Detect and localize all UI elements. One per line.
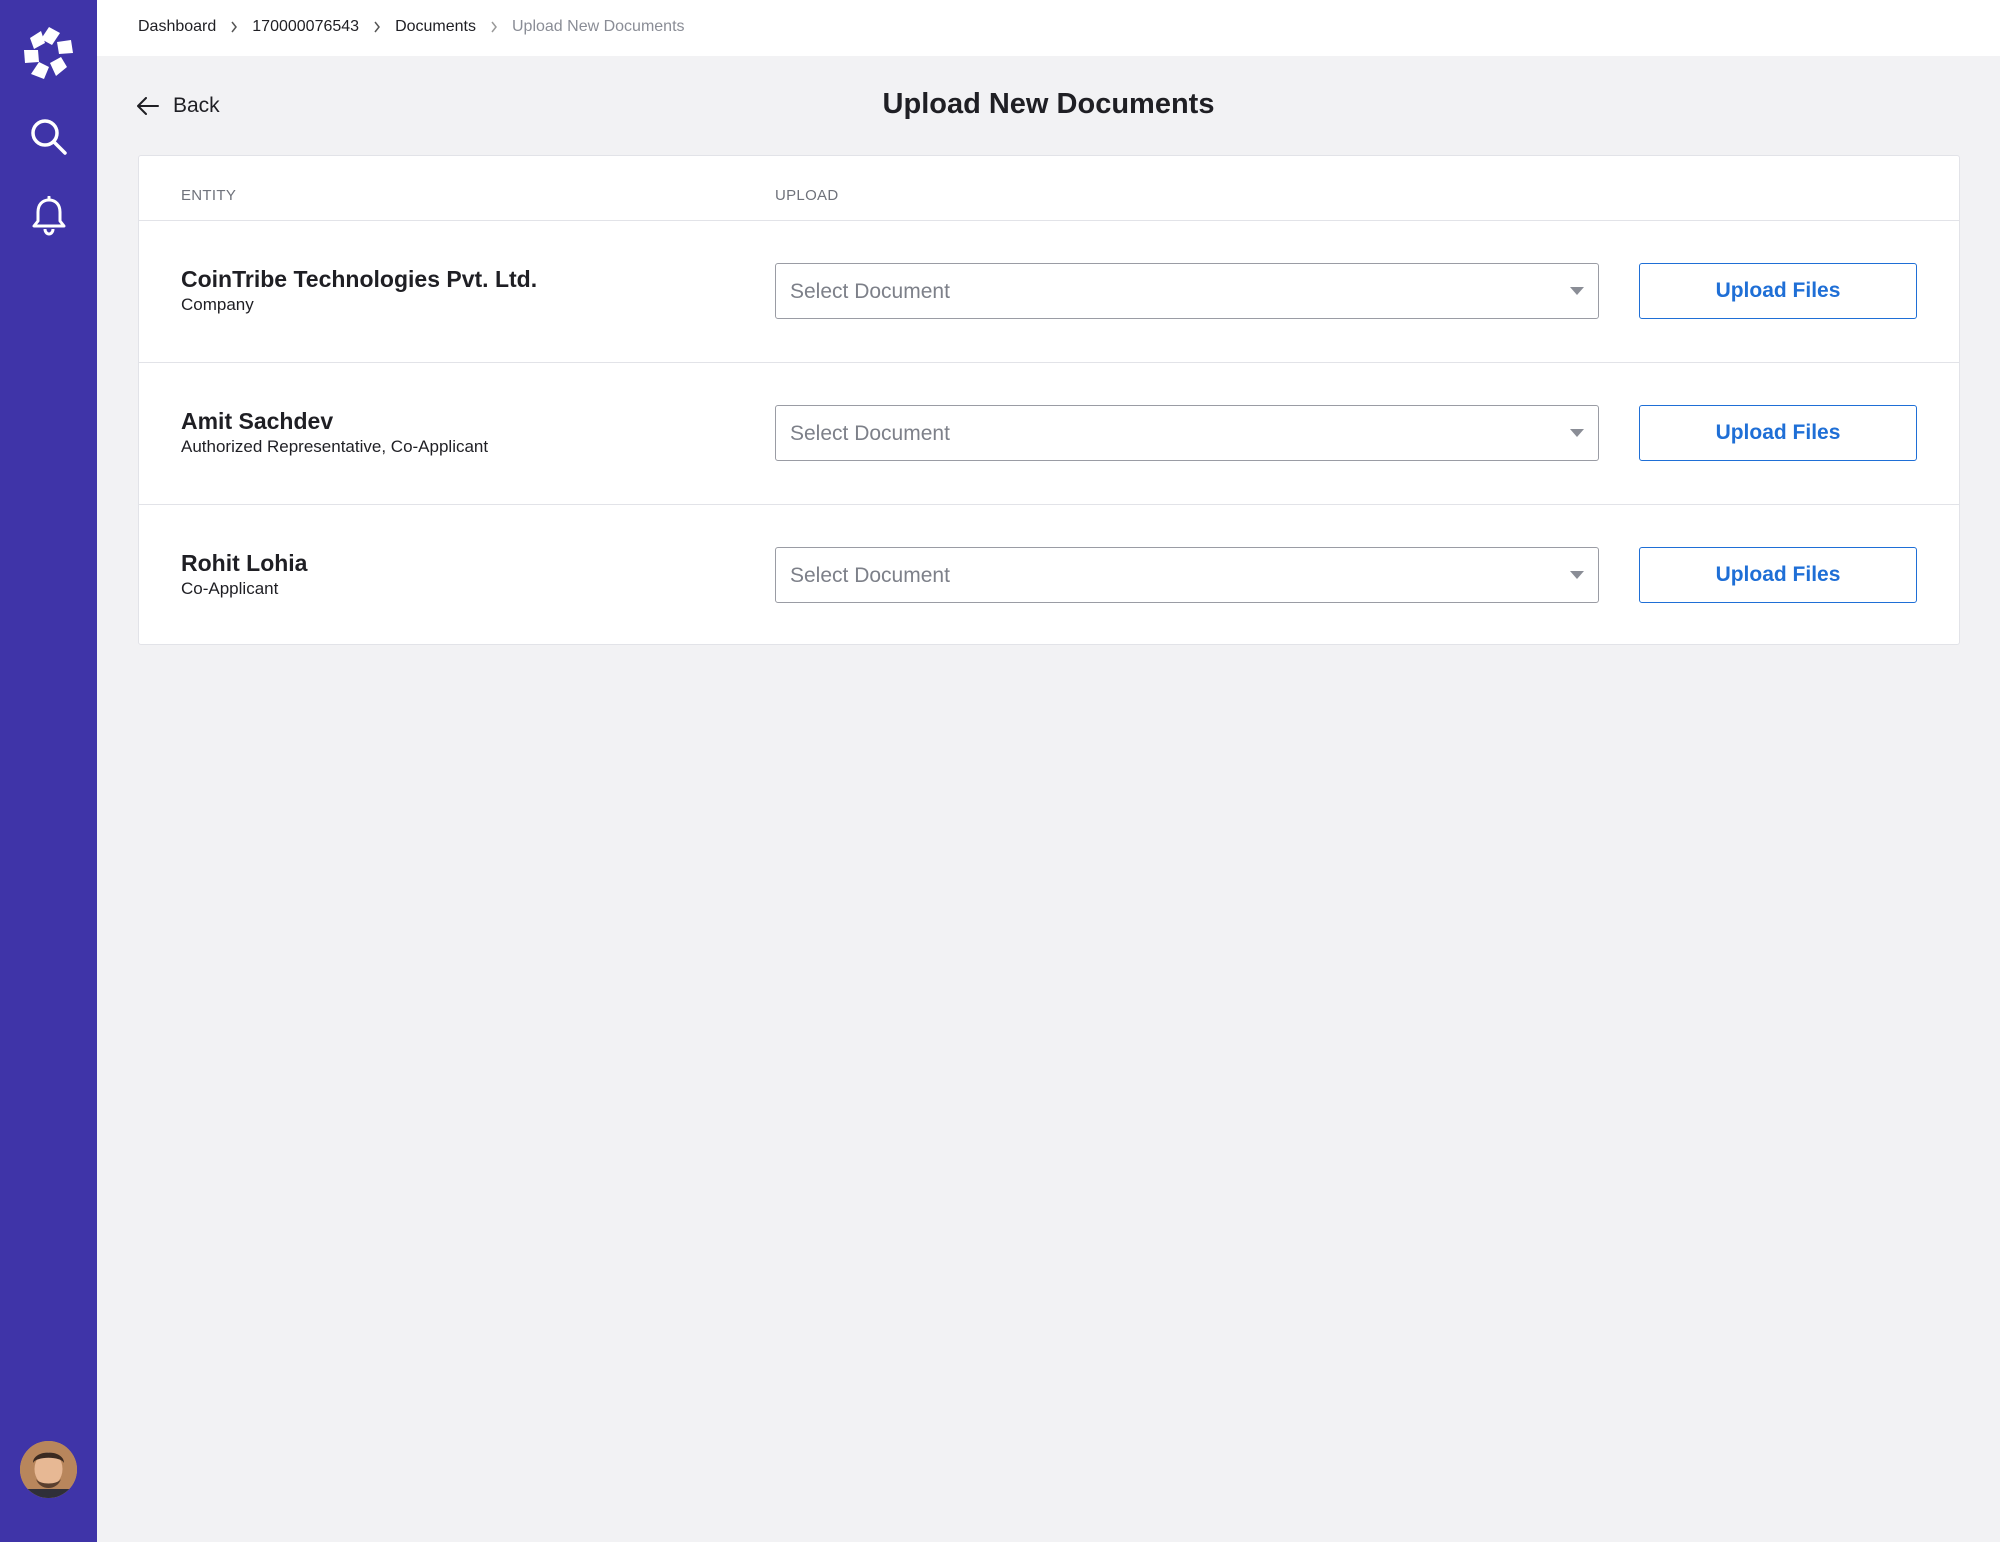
top-bar: Dashboard 170000076543 Documents Upload … [97, 0, 2000, 56]
breadcrumb-item-dashboard[interactable]: Dashboard [138, 18, 216, 36]
table-row: Rohit Lohia Co-Applicant Select Document… [139, 505, 1959, 645]
entity-role: Co-Applicant [181, 579, 279, 598]
entity-name: CoinTribe Technologies Pvt. Ltd. [181, 266, 538, 292]
table-header: ENTITY UPLOAD [139, 156, 1959, 221]
bell-icon[interactable] [0, 190, 97, 242]
breadcrumb: Dashboard 170000076543 Documents Upload … [138, 18, 685, 36]
column-header-upload: UPLOAD [775, 187, 839, 204]
caret-down-icon [1570, 429, 1584, 437]
document-select[interactable]: Select Document [775, 547, 1599, 603]
upload-files-button[interactable]: Upload Files [1639, 547, 1917, 603]
avatar[interactable] [20, 1441, 77, 1498]
sidebar [0, 0, 97, 1542]
document-select-placeholder: Select Document [790, 564, 950, 587]
document-select-placeholder: Select Document [790, 280, 950, 303]
upload-files-button[interactable]: Upload Files [1639, 405, 1917, 461]
page-title: Upload New Documents [882, 88, 1215, 120]
chevron-right-icon [490, 21, 498, 33]
entity-role: Authorized Representative, Co-Applicant [181, 437, 489, 456]
document-select[interactable]: Select Document [775, 405, 1599, 461]
document-select[interactable]: Select Document [775, 263, 1599, 319]
entity-role: Company [181, 295, 254, 314]
breadcrumb-item-documents[interactable]: Documents [395, 18, 476, 36]
column-header-entity: ENTITY [181, 187, 237, 204]
entity-name: Amit Sachdev [181, 408, 334, 434]
document-select-placeholder: Select Document [790, 422, 950, 445]
upload-documents-table: ENTITY UPLOAD CoinTribe Technologies Pvt… [138, 155, 1960, 645]
upload-files-button[interactable]: Upload Files [1639, 263, 1917, 319]
breadcrumb-item-application[interactable]: 170000076543 [252, 18, 359, 36]
chevron-right-icon [230, 21, 238, 33]
logo-icon[interactable] [0, 22, 97, 84]
caret-down-icon [1570, 571, 1584, 579]
table-row: CoinTribe Technologies Pvt. Ltd. Company… [139, 221, 1959, 363]
search-icon[interactable] [0, 112, 97, 162]
breadcrumb-item-current: Upload New Documents [511, 18, 685, 35]
caret-down-icon [1570, 287, 1584, 295]
chevron-right-icon [373, 21, 381, 33]
entity-name: Rohit Lohia [181, 550, 308, 576]
table-row: Amit Sachdev Authorized Representative, … [139, 363, 1959, 505]
